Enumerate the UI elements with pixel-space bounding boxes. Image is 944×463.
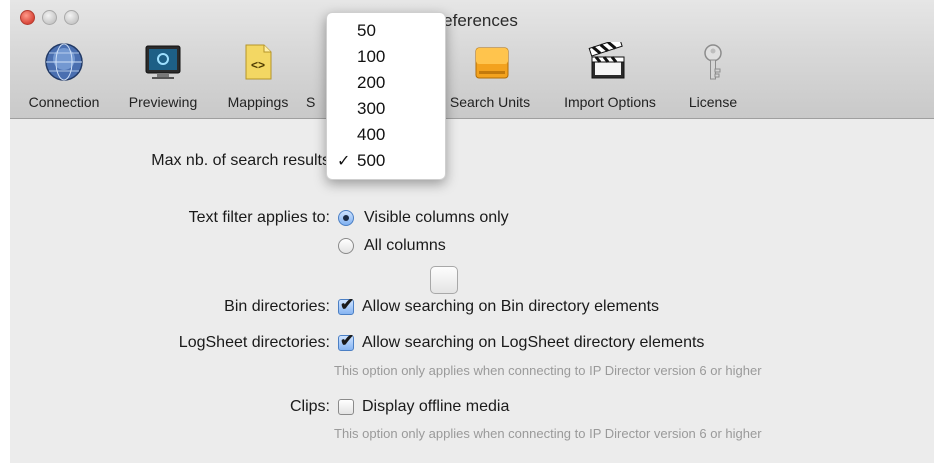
logsheet-version-note: This option only applies when connecting… — [334, 363, 762, 378]
visible-columns-label: Visible columns only — [364, 209, 509, 226]
max-results-popup[interactable] — [430, 266, 458, 294]
svg-text:<>: <> — [251, 58, 265, 72]
text-filter-label: Text filter applies to: — [188, 209, 330, 226]
menu-item-label: 300 — [357, 99, 386, 118]
max-results-label: Max nb. of search results — [151, 152, 330, 169]
menu-item-400[interactable]: 400 — [357, 125, 385, 145]
logsheet-directories-checkbox[interactable]: ✔ — [338, 331, 354, 351]
radio-selected-dot — [343, 215, 349, 221]
menu-item-label: 500 — [357, 151, 386, 170]
toolbar-label-import-options: Import Options — [564, 94, 656, 110]
monitor-icon — [145, 45, 181, 79]
offline-media-option: Display offline media — [362, 398, 510, 415]
toolbar-label-search-units: Search Units — [449, 94, 531, 110]
logsheet-directories-option: Allow searching on LogSheet directory el… — [362, 334, 705, 351]
checkmark-icon: ✓ — [337, 153, 351, 170]
all-columns-label: All columns — [364, 237, 446, 254]
bin-directories-checkbox[interactable]: ✔ — [338, 295, 354, 315]
mapping-document-icon: <> — [245, 44, 272, 80]
all-columns-radio[interactable] — [338, 238, 354, 254]
max-results-menu: 50 100 200 300 400 ✓ 500 — [326, 12, 446, 180]
clips-version-note: This option only applies when connecting… — [334, 426, 762, 441]
globe-icon — [45, 43, 83, 81]
menu-item-300[interactable]: 300 — [357, 99, 385, 119]
key-icon — [704, 44, 722, 80]
title-toolbar: Preferences Connection Previewing <> Map… — [10, 0, 934, 119]
offline-media-checkbox[interactable] — [338, 399, 354, 415]
menu-item-500[interactable]: ✓ 500 — [337, 151, 386, 171]
menu-item-label: 200 — [357, 73, 386, 92]
window-title: Preferences — [426, 11, 518, 30]
toolbar-label-mappings: Mappings — [227, 94, 289, 110]
visible-columns-radio[interactable] — [338, 210, 354, 226]
bin-directories-option: Allow searching on Bin directory element… — [362, 298, 660, 315]
logsheet-directories-label: LogSheet directories: — [178, 334, 330, 351]
bin-directories-label: Bin directories: — [224, 298, 330, 315]
checkmark-icon: ✔ — [340, 295, 355, 314]
search-preferences-panel: Max nb. of search results Text filter ap… — [10, 119, 934, 463]
menu-item-label: 100 — [357, 47, 386, 66]
drive-icon — [475, 47, 509, 79]
menu-item-200[interactable]: 200 — [357, 73, 385, 93]
preferences-window: Preferences Connection Previewing <> Map… — [10, 0, 934, 463]
toolbar-label-connection: Connection — [28, 94, 100, 110]
toolbar-label-search: S — [306, 94, 316, 110]
clips-label: Clips: — [289, 398, 330, 415]
menu-item-label: 50 — [357, 21, 376, 40]
menu-item-100[interactable]: 100 — [357, 47, 385, 67]
menu-item-50[interactable]: 50 — [357, 21, 376, 41]
checkmark-icon: ✔ — [340, 331, 355, 350]
toolbar-label-previewing: Previewing — [128, 94, 198, 110]
clapperboard-icon — [588, 42, 625, 79]
toolbar-label-license: License — [688, 94, 738, 110]
menu-item-label: 400 — [357, 125, 386, 144]
